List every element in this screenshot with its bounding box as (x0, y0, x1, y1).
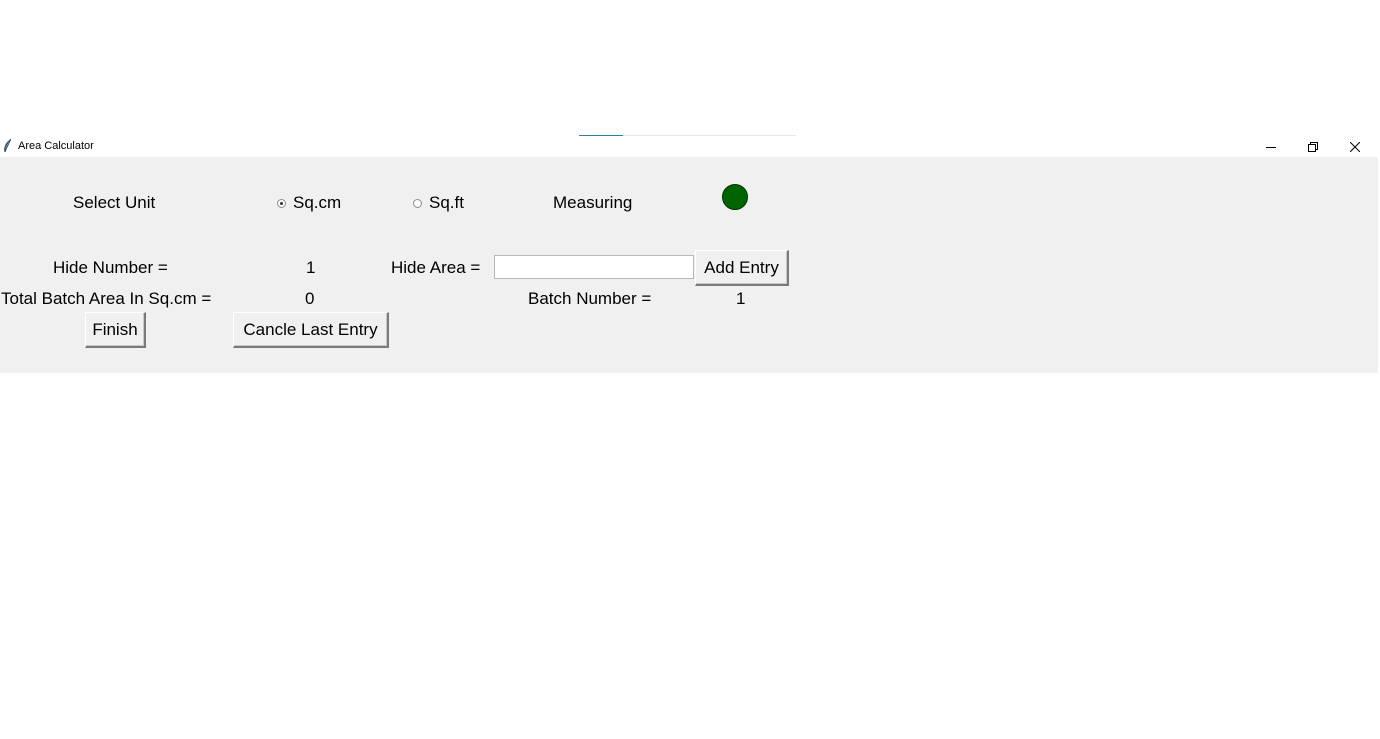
measuring-status-label: Measuring (553, 193, 633, 212)
total-batch-area-value: 0 (305, 289, 315, 308)
total-batch-area-label: Total Batch Area In Sq.cm = (1, 289, 212, 308)
unit-radio-sqcm[interactable]: Sq.cm (277, 193, 341, 213)
select-unit-label: Select Unit (73, 193, 156, 212)
unit-radio-sqcm-label: Sq.cm (293, 193, 342, 212)
hide-number-label: Hide Number = (53, 258, 168, 277)
hide-area-input[interactable] (494, 255, 694, 279)
close-button[interactable] (1333, 136, 1377, 157)
maximize-button[interactable] (1291, 136, 1335, 157)
hide-area-label: Hide Area = (391, 258, 481, 277)
cancel-last-entry-button[interactable]: Cancle Last Entry (233, 312, 389, 348)
status-indicator-light (722, 184, 748, 210)
unit-radio-sqft[interactable]: Sq.ft (413, 193, 464, 213)
batch-number-label: Batch Number = (528, 289, 652, 308)
area-calculator-window: Area Calculator Select Unit Sq.cm Sq.ft … (0, 136, 1378, 373)
minimize-button[interactable] (1249, 136, 1293, 157)
radio-unchecked-icon (413, 198, 422, 208)
finish-button[interactable]: Finish (85, 312, 146, 348)
window-title: Area Calculator (18, 140, 94, 152)
radio-checked-icon (277, 198, 286, 208)
feather-icon (3, 138, 12, 153)
unit-radio-sqft-label: Sq.ft (429, 193, 464, 212)
batch-number-value: 1 (736, 289, 746, 308)
desktop-screen: Area Calculator Select Unit Sq.cm Sq.ft … (0, 0, 1380, 739)
restore-icon (1308, 141, 1318, 152)
hide-number-value: 1 (306, 258, 316, 277)
add-entry-button[interactable]: Add Entry (695, 250, 789, 286)
close-icon (1350, 141, 1360, 152)
minimize-icon (1266, 142, 1276, 152)
title-bar[interactable]: Area Calculator (0, 136, 1378, 157)
